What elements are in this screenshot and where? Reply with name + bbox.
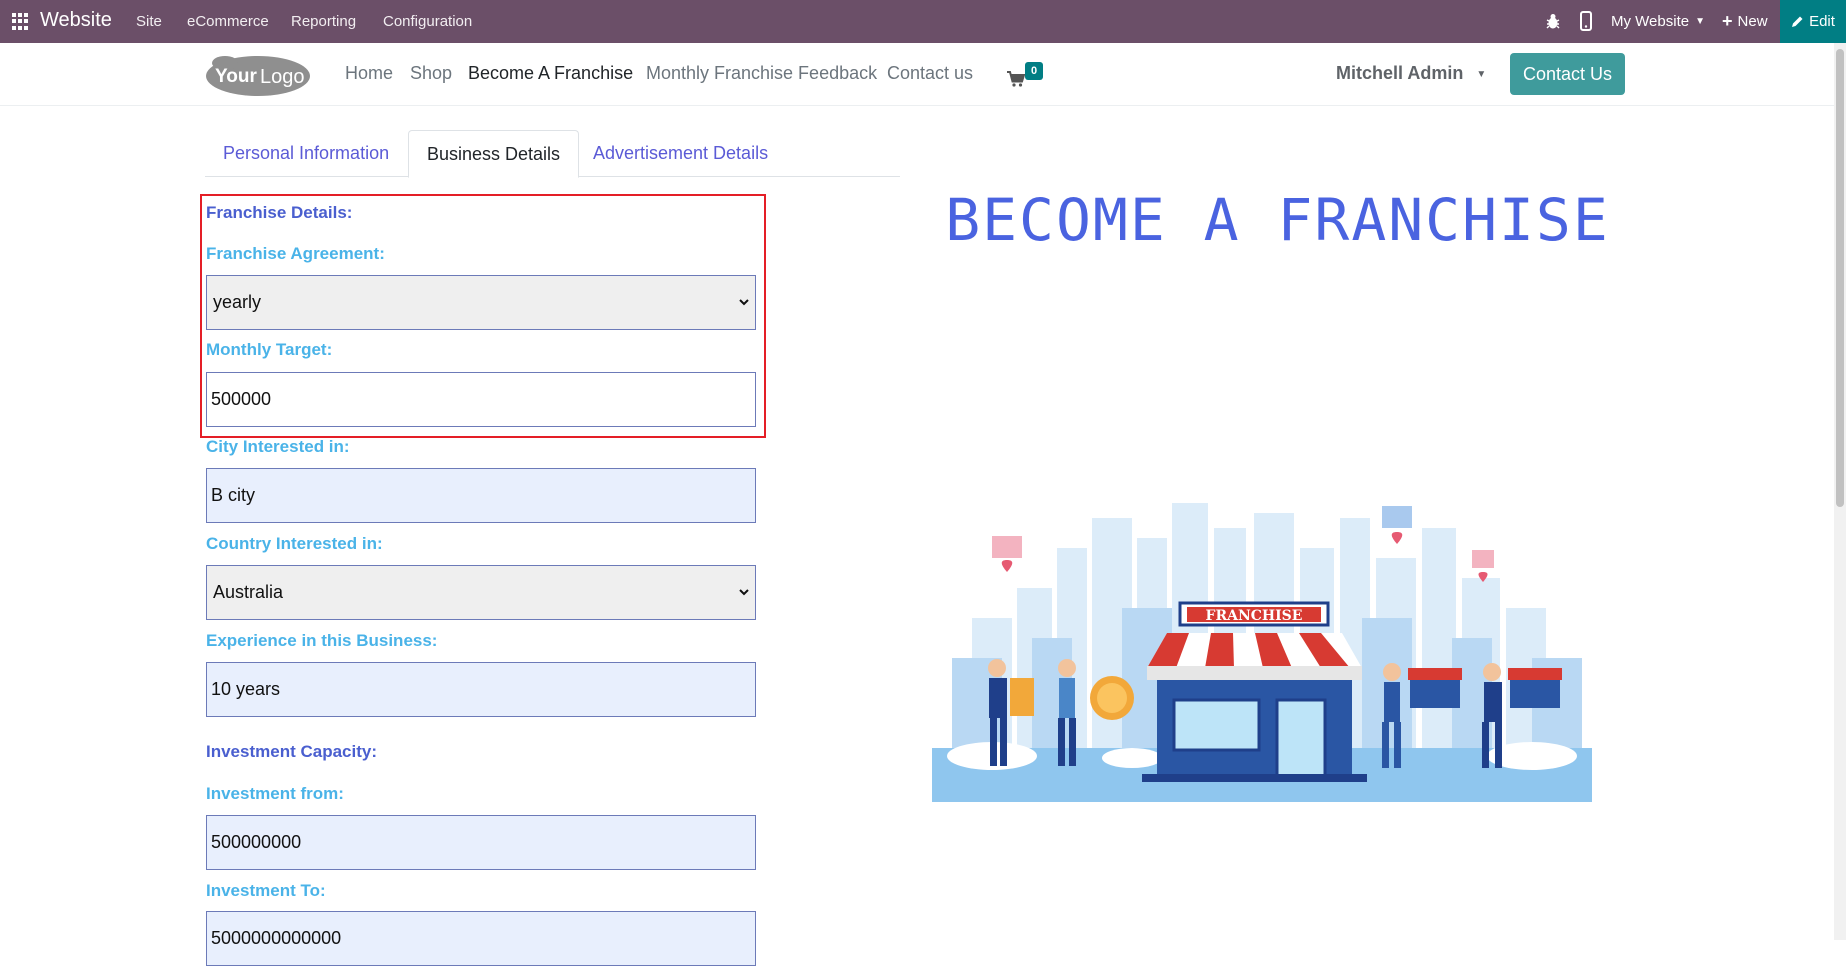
franchise-illustration: FRANCHISE [932,503,1592,802]
nav-contact-us[interactable]: Contact us [887,63,973,84]
site-logo[interactable]: Your Logo [205,53,311,97]
nav-shop[interactable]: Shop [410,63,452,84]
website-switcher-label: My Website [1611,13,1690,30]
experience-input[interactable]: 10 years [206,662,756,717]
city-interested-label: City Interested in: [206,437,350,456]
tab-personal-information[interactable]: Personal Information [205,130,407,177]
bug-icon[interactable] [1545,12,1561,30]
investment-to-input[interactable]: 5000000000000 [206,911,756,966]
menu-site[interactable]: Site [136,13,162,30]
country-interested-value: Australia [213,582,284,602]
cart-link[interactable]: 0 [1007,62,1047,92]
svg-text:Logo: Logo [260,66,305,88]
page-scrollbar[interactable] [1834,43,1846,940]
country-interested-select[interactable]: Australia [206,565,756,620]
scrollbar-thumb[interactable] [1836,49,1844,507]
nav-home[interactable]: Home [345,63,393,84]
website-header: Your Logo Home Shop Become A Franchise M… [0,43,1834,106]
menu-reporting[interactable]: Reporting [291,13,356,30]
pencil-icon [1792,16,1803,27]
admin-navbar: Website Site eCommerce Reporting Configu… [0,0,1846,43]
investment-from-label: Investment from: [206,784,344,803]
highlight-box [200,194,766,438]
cart-count-badge: 0 [1025,62,1043,80]
edit-button-label: Edit [1809,13,1835,30]
contact-us-button[interactable]: Contact Us [1510,53,1625,95]
shopping-cart-icon [1007,71,1025,87]
investment-to-label: Investment To: [206,881,326,900]
form-tabs: Personal Information Business Details Ad… [205,130,900,178]
new-button-label: New [1737,13,1768,30]
user-name: Mitchell Admin [1336,63,1464,83]
svg-text:Your: Your [215,66,257,87]
caret-down-icon: ▼ [1695,16,1705,27]
nav-become-a-franchise[interactable]: Become A Franchise [468,63,633,84]
country-interested-label: Country Interested in: [206,534,383,553]
investment-from-input[interactable]: 500000000 [206,815,756,870]
menu-ecommerce[interactable]: eCommerce [187,13,269,30]
nav-monthly-franchise-feedback[interactable]: Monthly Franchise Feedback [646,63,877,84]
caret-down-icon: ▼ [1476,69,1487,80]
tab-business-details[interactable]: Business Details [408,130,580,178]
apps-grid-icon[interactable] [12,13,29,30]
menu-configuration[interactable]: Configuration [383,13,472,30]
chevron-down-icon [739,589,749,596]
app-brand[interactable]: Website [40,9,112,32]
investment-capacity-heading: Investment Capacity: [206,742,377,761]
website-switcher[interactable]: My Website ▼ [1611,0,1705,43]
hero-title: BECOME A FRANCHISE [945,186,1610,254]
edit-button[interactable]: Edit [1780,0,1846,43]
new-button[interactable]: + New [1722,0,1768,43]
experience-label: Experience in this Business: [206,631,438,650]
city-interested-input[interactable]: B city [206,468,756,523]
user-menu[interactable]: Mitchell Admin ▼ [1336,63,1486,84]
store-sign-text: FRANCHISE [1206,608,1303,624]
tab-advertisement-details[interactable]: Advertisement Details [575,130,786,177]
plus-icon: + [1722,11,1733,31]
mobile-preview-icon[interactable] [1580,11,1592,31]
